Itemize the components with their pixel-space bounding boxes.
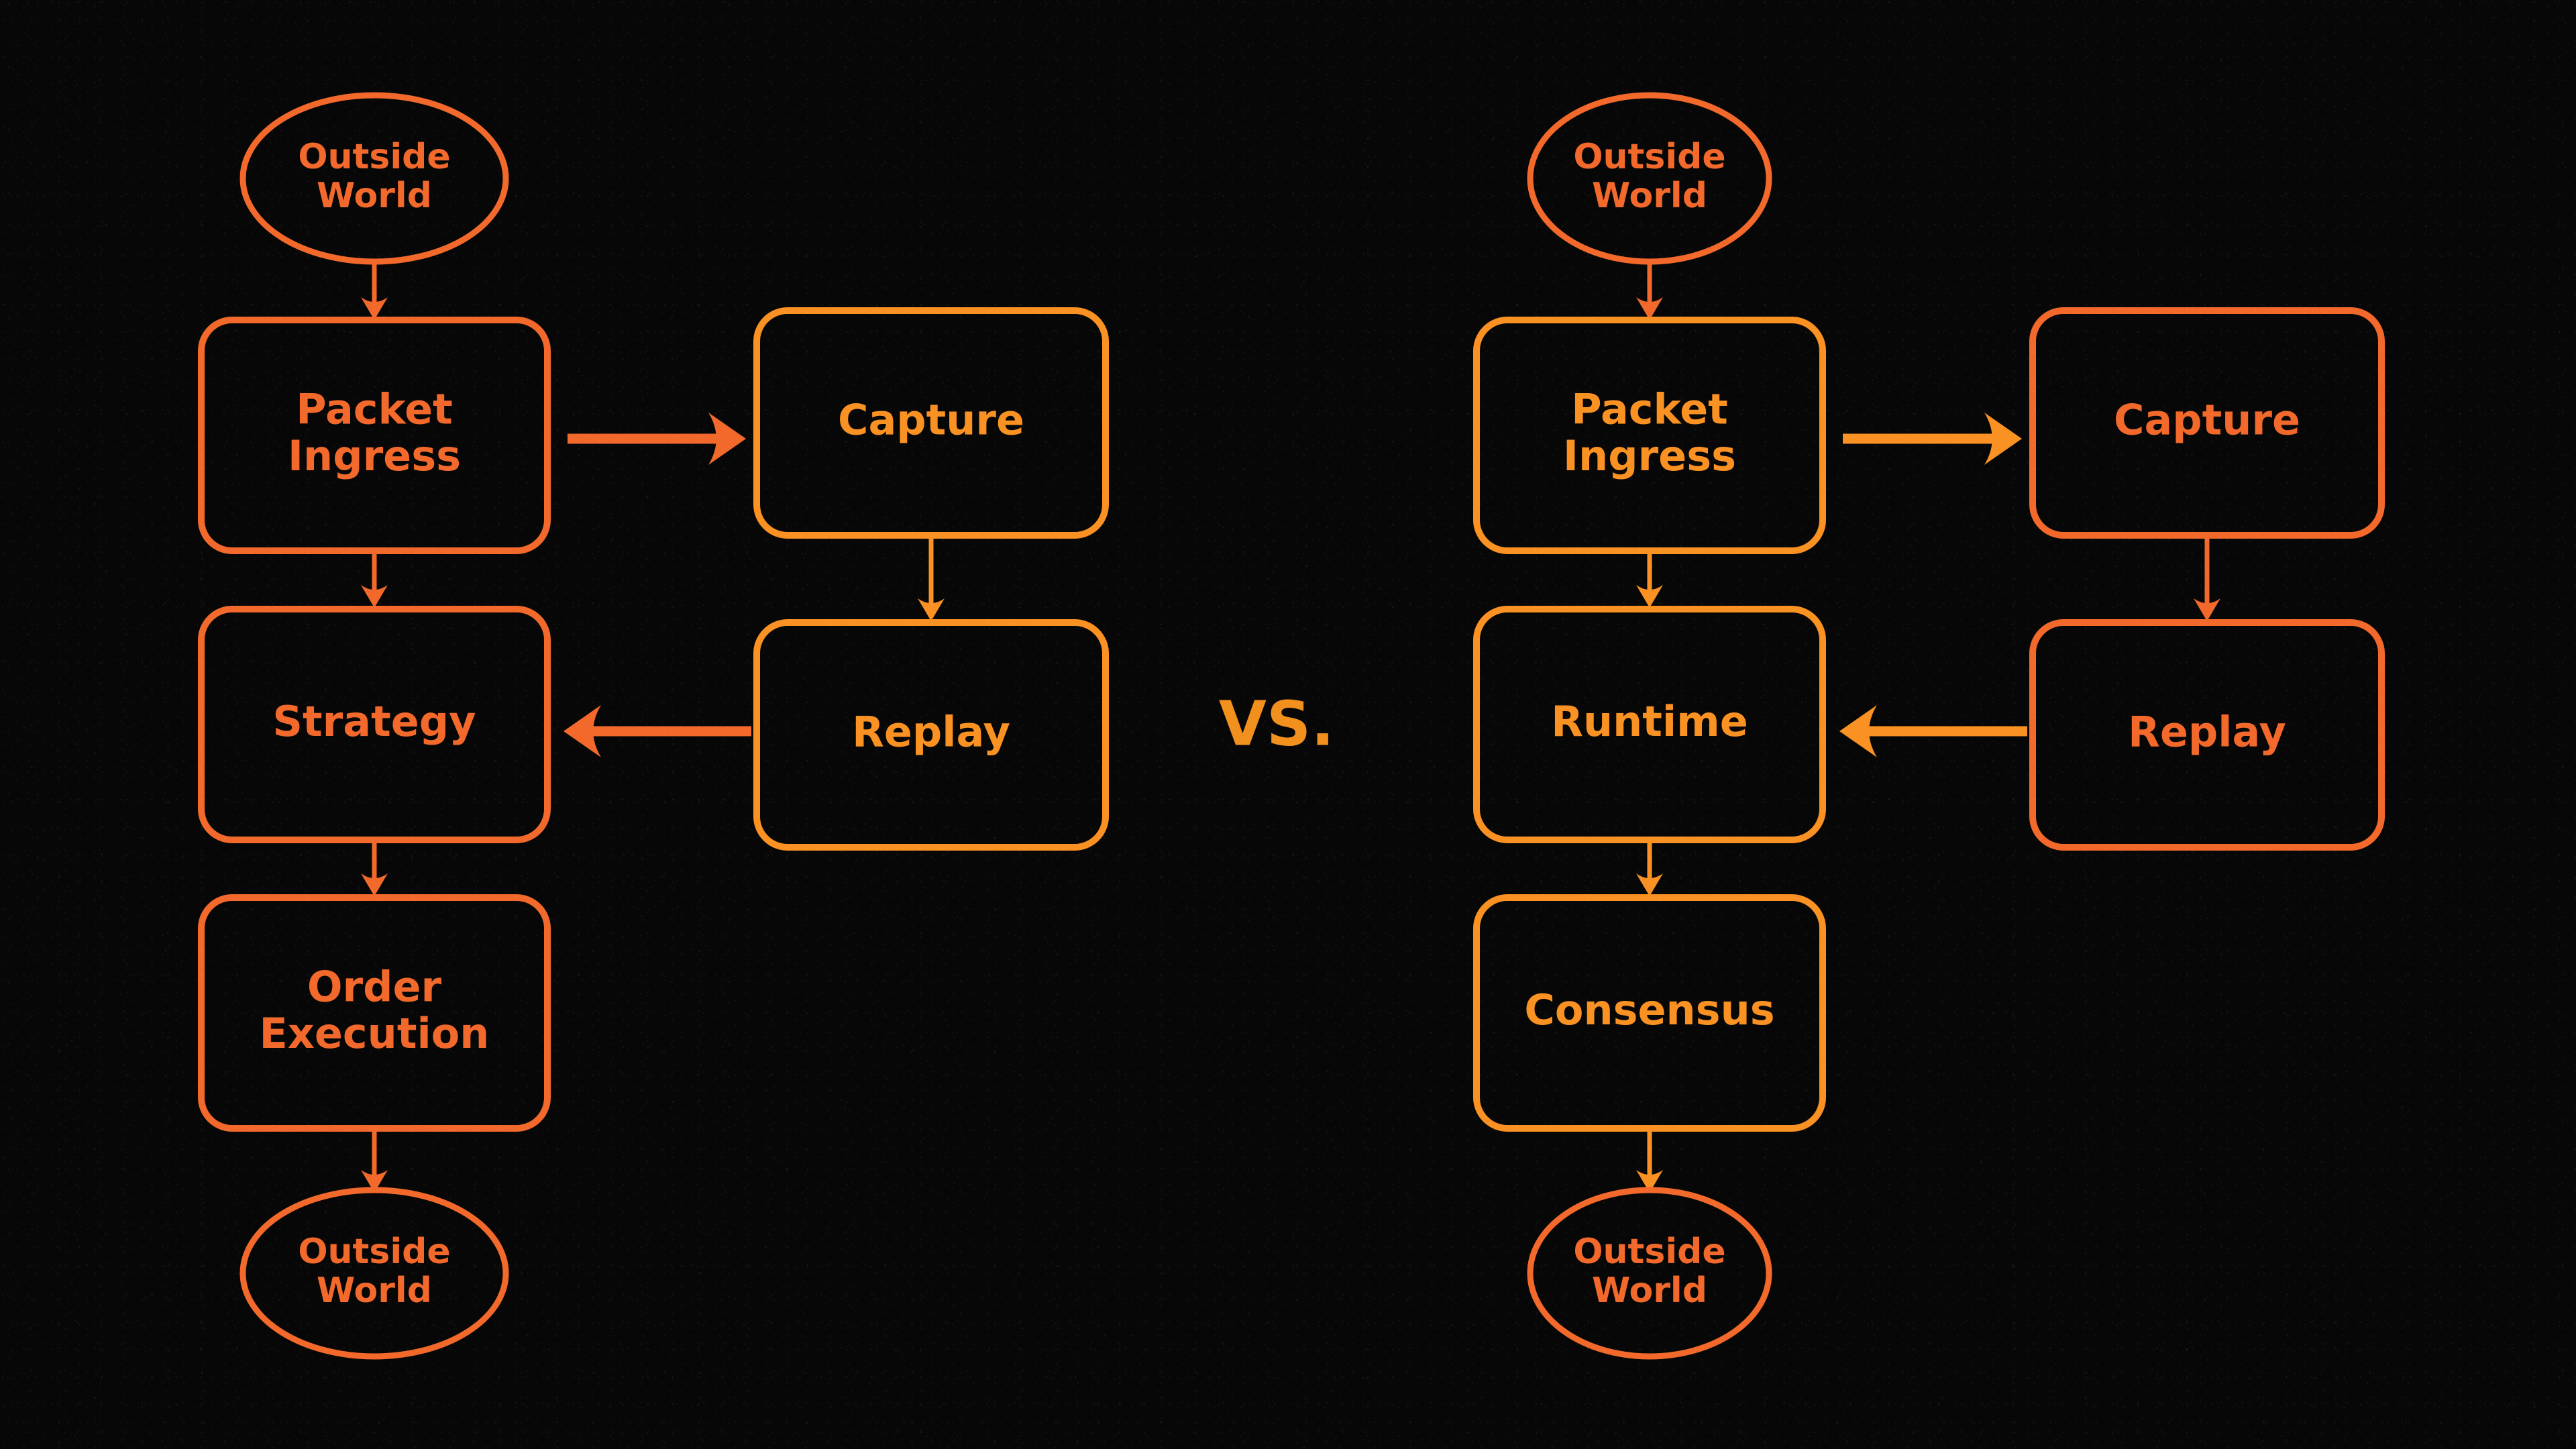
- node-label-l-ow-bot: Outside: [298, 1232, 450, 1272]
- node-label-r-ow-bot: World: [1592, 1271, 1707, 1311]
- node-label-l-order: Execution: [260, 1009, 490, 1058]
- left-pipeline-group: OutsideWorldPacketIngressStrategyOrderEx…: [198, 92, 1109, 1360]
- node-label-l-capture: Capture: [838, 396, 1024, 445]
- node-label-r-capture: Capture: [2114, 396, 2300, 445]
- flow-diagram: OutsideWorldPacketIngressStrategyOrderEx…: [198, 92, 2385, 1360]
- node-label-r-ow-bot: Outside: [1573, 1232, 1725, 1272]
- node-label-l-order: Order: [307, 962, 442, 1011]
- node-label-l-ingress: Packet: [296, 384, 453, 433]
- right-pipeline-group: OutsideWorldPacketIngressRuntimeConsensu…: [1473, 92, 2385, 1360]
- node-label-l-ow-top: Outside: [298, 137, 450, 177]
- node-label-r-replay: Replay: [2128, 708, 2286, 757]
- diagram-canvas: Outside World Packet Ingress Strategy Order Ex…: [0, 0, 2576, 1449]
- node-label-l-ingress: Ingress: [288, 431, 461, 480]
- node-label-l-ow-bot: World: [317, 1271, 432, 1311]
- versus-label: VS.: [1219, 688, 1334, 759]
- node-label-l-ow-top: World: [317, 176, 432, 216]
- node-label-l-replay: Replay: [852, 708, 1010, 757]
- node-label-r-ow-top: Outside: [1573, 137, 1725, 177]
- node-label-r-ingress: Ingress: [1563, 431, 1736, 480]
- node-label-r-consensus: Consensus: [1524, 985, 1774, 1034]
- node-label-l-strategy: Strategy: [272, 697, 476, 746]
- node-label-r-ingress: Packet: [1571, 384, 1728, 433]
- node-label-r-runtime: Runtime: [1551, 697, 1748, 746]
- node-label-r-ow-top: World: [1592, 176, 1707, 216]
